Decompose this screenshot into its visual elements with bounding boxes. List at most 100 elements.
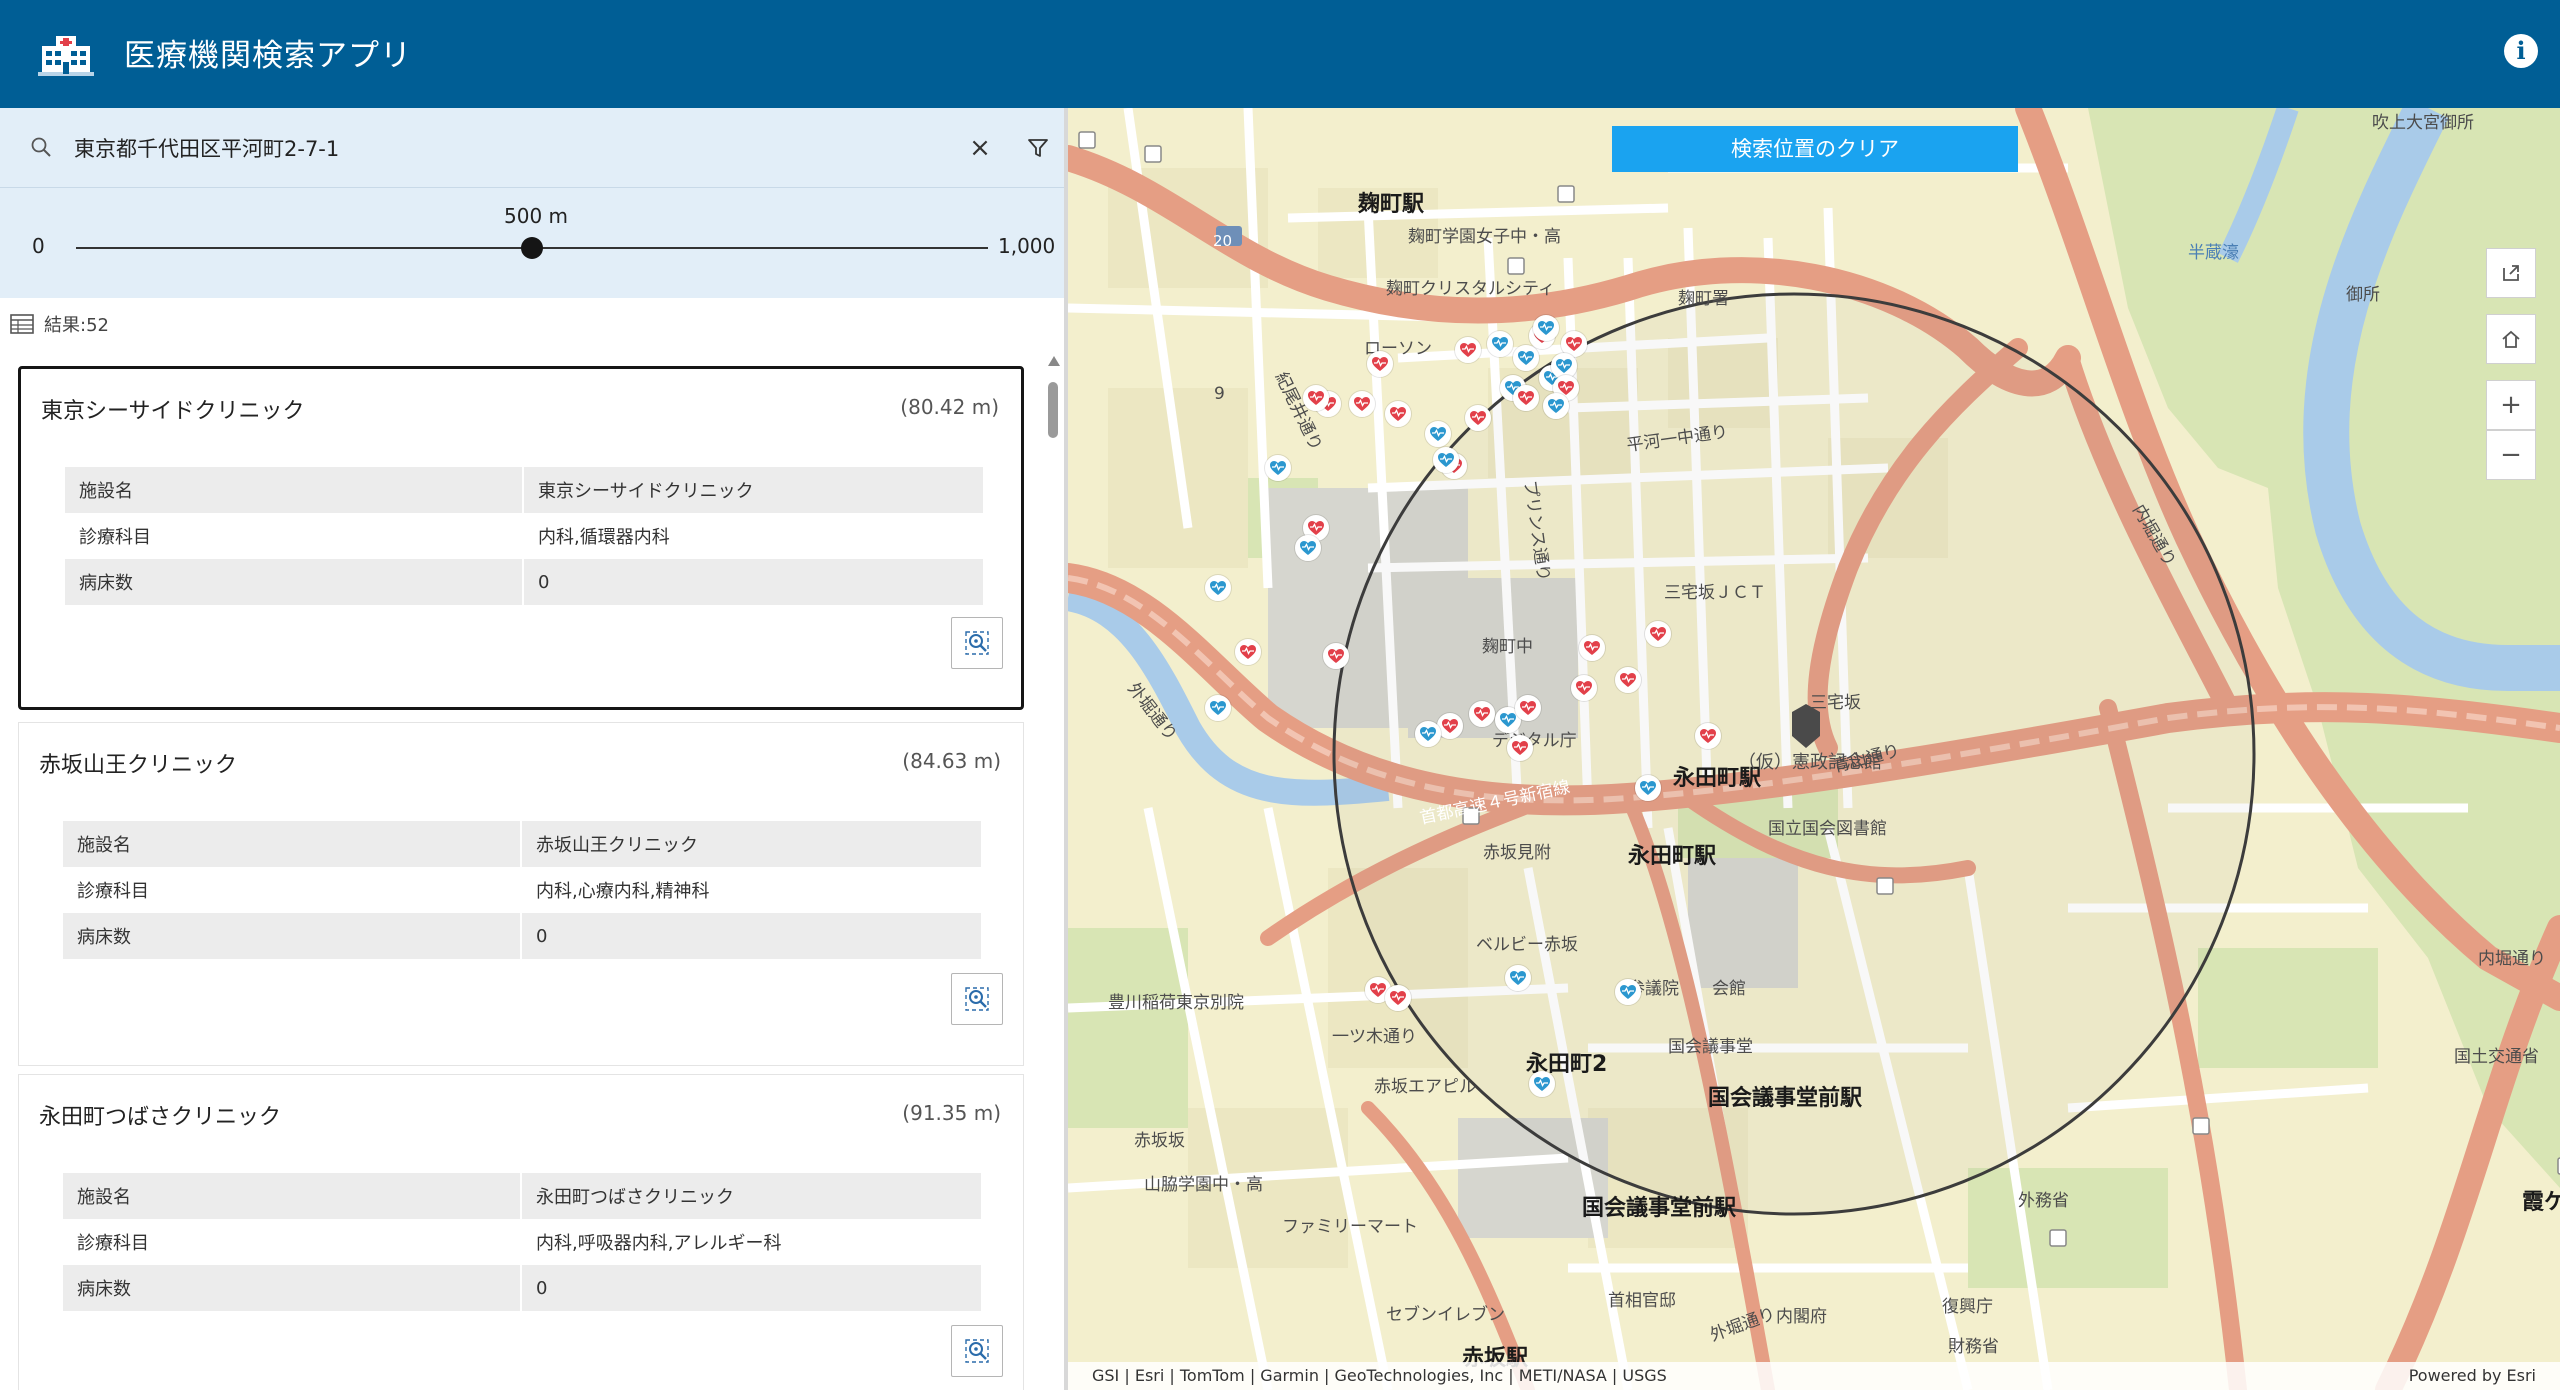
attribute-row: 診療科目 内科,心療内科,精神科 [63,867,981,913]
medical-facility-marker-icon[interactable] [1469,701,1495,727]
zoom-to-button[interactable] [951,973,1003,1025]
medical-facility-marker-icon[interactable] [1415,721,1441,747]
clear-search-button[interactable]: × [964,130,996,166]
result-list: 東京シーサイドクリニック (80.42 m) 施設名 東京シーサイドクリニック … [18,364,1024,1390]
attribute-row: 施設名 東京シーサイドクリニック [65,467,983,513]
map-label-kokkai-station-2: 国会議事堂前駅 [1582,1196,1737,1221]
facility-name[interactable]: 赤坂山王クリニック [39,747,237,779]
facility-distance: (80.42 m) [900,395,999,419]
slider-value-label: 500 m [504,204,569,228]
medical-facility-marker-icon[interactable] [1425,421,1451,447]
medical-facility-marker-icon[interactable] [1433,447,1459,473]
zoom-to-icon [965,631,989,655]
map-label-kojimachi-chu: 麹町中 [1482,637,1533,657]
medical-facility-marker-icon[interactable] [1303,385,1329,411]
distance-slider-thumb[interactable] [521,237,543,259]
zoom-to-button[interactable] [951,1325,1003,1377]
map-label-miyakezaka: 三宅坂 [1810,693,1861,713]
medical-facility-marker-icon[interactable] [1513,385,1539,411]
medical-facility-marker-icon[interactable] [1515,695,1541,721]
map-label-mlit: 国土交通省 [2454,1047,2539,1067]
clear-location-button[interactable]: 検索位置のクリア [1612,126,2018,172]
map-label-hitotsugi: 一ツ木通り [1332,1027,1417,1047]
medical-facility-marker-icon[interactable] [1695,723,1721,749]
home-icon[interactable] [2486,314,2536,364]
attribute-key: 病床数 [63,1265,522,1311]
zoom-to-icon [965,987,989,1011]
map-label-block9: 9 [1214,384,1225,404]
address-search-input[interactable] [74,126,934,170]
search-panel: × 500 m 0 1,000 結果:52 東京シーサイドクリニック (80.4… [0,108,1066,1390]
map-label-familymart: ファミリーマート [1282,1217,1418,1237]
medical-facility-marker-icon[interactable] [1645,621,1671,647]
map-attribution: GSI | Esri | TomTom | Garmin | GeoTechno… [1068,1362,2560,1390]
distance-slider-area: 500 m 0 1,000 [0,188,1066,298]
medical-facility-marker-icon[interactable] [1205,695,1231,721]
medical-facility-marker-icon[interactable] [1579,635,1605,661]
medical-facility-marker-icon[interactable] [1615,979,1641,1005]
powered-by-text[interactable]: Powered by Esri [2409,1362,2536,1390]
medical-facility-marker-icon[interactable] [1615,667,1641,693]
result-card[interactable]: 赤坂山王クリニック (84.63 m) 施設名 赤坂山王クリニック 診療科目 内… [18,722,1024,1066]
scroll-up-arrow-icon[interactable] [1048,356,1060,366]
scrollbar-thumb[interactable] [1048,382,1058,438]
attribute-table: 施設名 東京シーサイドクリニック 診療科目 内科,循環器内科 病床数 0 [65,467,983,605]
medical-facility-marker-icon[interactable] [1487,331,1513,357]
medical-facility-marker-icon[interactable] [1367,351,1393,377]
map-label-yamawaki: 山脇学園中・高 [1144,1175,1263,1195]
map-label-fukkocho: 復興庁 [1942,1297,1993,1317]
map-label-kokkai-jido: 国会議事堂 [1668,1037,1753,1057]
share-icon[interactable] [2486,248,2536,298]
medical-facility-marker-icon[interactable] [1571,675,1597,701]
facility-name[interactable]: 永田町つばさクリニック [39,1099,281,1131]
map-label-akasaka-mitsuke: 赤坂見附 [1483,843,1551,863]
map-label-library: 国立国会図書館 [1768,819,1887,839]
zoom-to-button[interactable] [951,617,1003,669]
map-label-zaimusho: 財務省 [1948,1337,1999,1357]
attribute-key: 施設名 [63,821,522,867]
map-label-akasakazaka: 赤坂坂 [1134,1131,1185,1151]
result-card[interactable]: 東京シーサイドクリニック (80.42 m) 施設名 東京シーサイドクリニック … [18,366,1024,710]
map-view[interactable]: 麹町駅 麹町学園女子中・高 麹町クリスタルシティ 麹町署 ローソン 20 9 麹… [1068,108,2560,1390]
medical-facility-marker-icon[interactable] [1455,337,1481,363]
medical-facility-marker-icon[interactable] [1529,1071,1555,1097]
medical-facility-marker-icon[interactable] [1513,345,1539,371]
medical-facility-marker-icon[interactable] [1543,393,1569,419]
zoom-out-button[interactable]: − [2486,430,2536,480]
attribute-key: 診療科目 [63,1219,522,1265]
medical-facility-marker-icon[interactable] [1235,639,1261,665]
medical-facility-marker-icon[interactable] [1635,775,1661,801]
map-label-kojimachi-station: 麹町駅 [1358,192,1425,217]
medical-facility-marker-icon[interactable] [1505,965,1531,991]
map-label-naikakufu: 内閣府 [1776,1307,1827,1327]
medical-facility-marker-icon[interactable] [1323,643,1349,669]
medical-facility-marker-icon[interactable] [1533,315,1559,341]
attribute-key: 診療科目 [65,513,524,559]
medical-facility-marker-icon[interactable] [1295,535,1321,561]
medical-facility-marker-icon[interactable] [1205,575,1231,601]
facility-distance: (84.63 m) [902,749,1001,773]
medical-facility-marker-icon[interactable] [1385,401,1411,427]
medical-facility-marker-icon[interactable] [1265,455,1291,481]
info-icon[interactable]: i [2504,34,2538,68]
panel-scrollbar[interactable] [1046,356,1060,1390]
attribute-table: 施設名 永田町つばさクリニック 診療科目 内科,呼吸器内科,アレルギー科 病床数… [63,1173,981,1311]
map-label-hanzomon: 半蔵濠 [2188,243,2239,263]
medical-facility-marker-icon[interactable] [1507,735,1533,761]
attribute-key: 病床数 [65,559,524,605]
app-header: 医療機関検索アプリ i [0,0,2560,108]
attribute-value: 内科,呼吸器内科,アレルギー科 [521,1219,981,1265]
medical-facility-marker-icon[interactable] [1385,985,1411,1011]
medical-facility-marker-icon[interactable] [1349,391,1375,417]
result-card[interactable]: 永田町つばさクリニック (91.35 m) 施設名 永田町つばさクリニック 診療… [18,1074,1024,1390]
medical-facility-marker-icon[interactable] [1465,405,1491,431]
attribute-row: 病床数 0 [63,1265,981,1311]
attribute-value: 永田町つばさクリニック [521,1173,981,1219]
zoom-in-button[interactable]: + [2486,380,2536,430]
map-label-gosho: 御所 [2346,285,2380,305]
facility-name[interactable]: 東京シーサイドクリニック [41,393,305,425]
map-label-uchibori-2: 内堀通り [2478,949,2546,969]
map-label-bellevie: ベルビー赤坂 [1476,935,1578,955]
filter-icon[interactable] [1026,136,1050,160]
map-label-kaikan: 会館 [1712,979,1746,999]
